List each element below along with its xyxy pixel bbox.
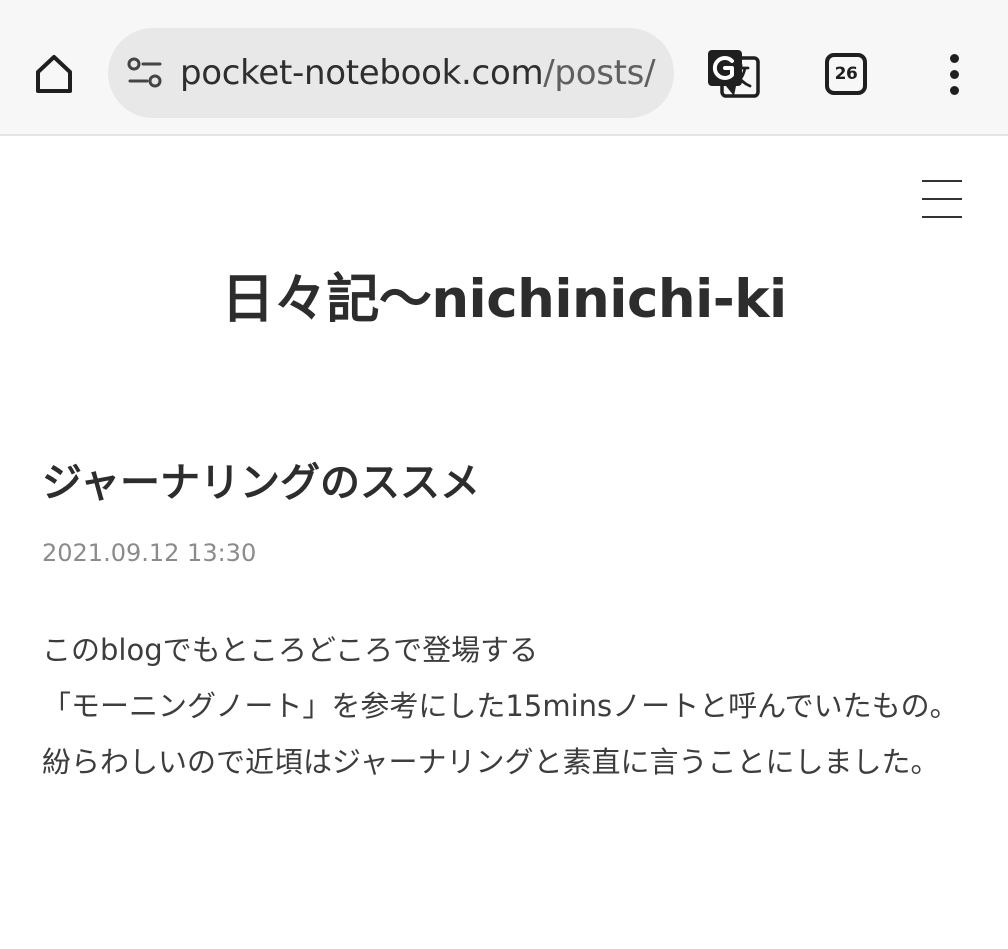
hamburger-line [922, 180, 962, 182]
tab-switcher-icon: 26 [825, 53, 867, 95]
translate-icon [708, 50, 760, 98]
address-bar[interactable]: pocket-notebook.com/posts/ [108, 28, 674, 118]
browser-menu-button[interactable] [930, 46, 978, 102]
tab-switcher-button[interactable]: 26 [818, 48, 874, 100]
hamburger-line [922, 216, 962, 218]
post-title[interactable]: ジャーナリングのススメ [42, 452, 480, 514]
tab-count: 26 [834, 64, 858, 84]
post-paragraph: このblogでもところどころで登場する [42, 633, 539, 667]
hamburger-line [922, 198, 962, 200]
url-host: pocket-notebook.com [180, 53, 544, 93]
home-button[interactable] [26, 46, 82, 102]
url-path: /posts/ [543, 53, 656, 93]
more-vert-icon-dot [949, 69, 959, 79]
more-vert-icon-dot [949, 85, 959, 95]
site-info-icon[interactable] [126, 54, 164, 92]
url-text[interactable]: pocket-notebook.com/posts/ [180, 28, 656, 118]
post-body: このblogでもところどころで登場する 「モーニングノート」を参考にした15mi… [42, 622, 972, 790]
browser-toolbar: pocket-notebook.com/posts/ 26 [0, 0, 1008, 136]
home-icon [36, 55, 72, 93]
site-title[interactable]: 日々記〜nichinichi-ki [0, 262, 1008, 338]
translate-button[interactable] [704, 46, 762, 102]
post-date: 2021.09.12 13:30 [42, 539, 257, 567]
post-paragraph: 紛らわしいので近頃はジャーナリングと素直に言うことにしました。 [42, 745, 940, 779]
hamburger-menu-icon[interactable] [920, 178, 964, 220]
more-vert-icon [949, 53, 959, 63]
post-paragraph: 「モーニングノート」を参考にした15minsノートと呼んでいたもの。 [42, 689, 959, 723]
